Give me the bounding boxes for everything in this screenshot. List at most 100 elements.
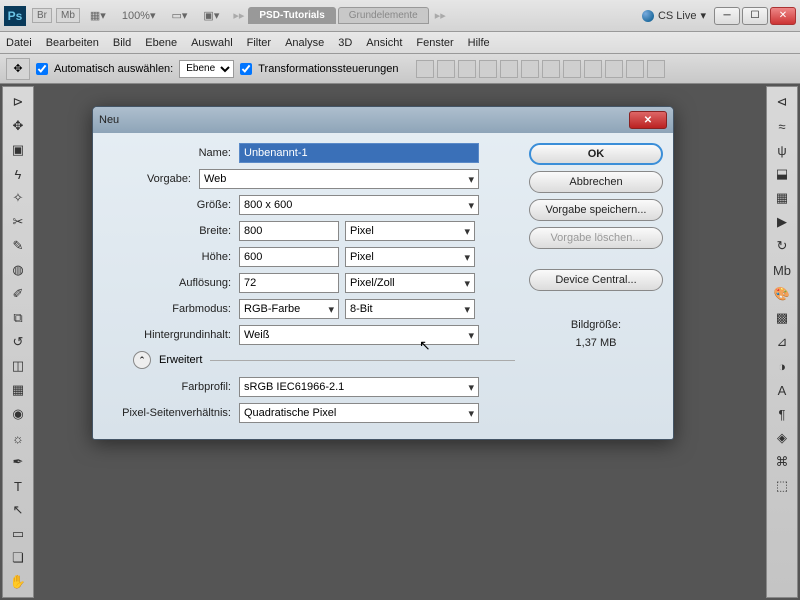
menu-item[interactable]: Datei — [6, 37, 32, 49]
resolution-unit-dropdown[interactable]: Pixel/Zoll▾ — [345, 273, 475, 293]
swatches-panel-icon[interactable]: ▦ — [770, 187, 794, 209]
ok-button[interactable]: OK — [529, 143, 663, 165]
align-icon[interactable] — [563, 60, 581, 78]
transform-checkbox[interactable] — [240, 63, 252, 75]
gradient-tool-icon[interactable]: ▦ — [6, 379, 30, 401]
menu-item[interactable]: Filter — [247, 37, 271, 49]
height-field[interactable] — [239, 247, 339, 267]
dialog-close-button[interactable]: ✕ — [629, 111, 667, 129]
advanced-toggle-icon[interactable]: ⌃ — [133, 351, 151, 369]
minimize-button[interactable]: ─ — [714, 7, 740, 25]
align-icon[interactable] — [479, 60, 497, 78]
menu-item[interactable]: Bearbeiten — [46, 37, 99, 49]
auto-select-dropdown[interactable]: Ebene — [179, 60, 234, 78]
background-dropdown[interactable]: Weiß▾ — [239, 325, 479, 345]
name-field[interactable] — [239, 143, 479, 163]
mb-icon[interactable]: Mb — [56, 8, 80, 23]
align-icon[interactable] — [584, 60, 602, 78]
bitdepth-dropdown[interactable]: 8-Bit▾ — [345, 299, 475, 319]
size-label: Größe: — [103, 199, 231, 211]
pixelaspect-dropdown[interactable]: Quadratische Pixel▾ — [239, 403, 479, 423]
mb-panel-icon[interactable]: Mb — [770, 259, 794, 281]
eyedropper-tool-icon[interactable]: ✎ — [6, 235, 30, 257]
device-central-button[interactable]: Device Central... — [529, 269, 663, 291]
br-icon[interactable]: Br — [32, 8, 52, 23]
adjustments-panel-icon[interactable]: ≈ — [770, 115, 794, 137]
char-panel-icon[interactable]: A — [770, 379, 794, 401]
auto-select-checkbox[interactable] — [36, 63, 48, 75]
align-icon[interactable] — [500, 60, 518, 78]
zoom-level[interactable]: 100%▾ — [116, 7, 162, 24]
pen-tool-icon[interactable]: ✒ — [6, 451, 30, 473]
actions-panel-icon[interactable]: ⊿ — [770, 331, 794, 353]
preset-dropdown[interactable]: Web▾ — [199, 169, 479, 189]
menu-item[interactable]: Hilfe — [468, 37, 490, 49]
stamp-tool-icon[interactable]: ⧉ — [6, 307, 30, 329]
screen-mode-icon[interactable]: ▣▾ — [197, 7, 225, 24]
window-close-button[interactable]: ✕ — [770, 7, 796, 25]
history-brush-icon[interactable]: ↺ — [6, 331, 30, 353]
dialog-titlebar[interactable]: Neu ✕ — [93, 107, 673, 133]
expand-icon[interactable]: ⊲ — [770, 91, 794, 113]
colormode-dropdown[interactable]: RGB-Farbe▾ — [239, 299, 339, 319]
menu-item[interactable]: Ansicht — [366, 37, 402, 49]
expand-icon[interactable]: ⊳ — [6, 91, 30, 113]
save-preset-button[interactable]: Vorgabe speichern... — [529, 199, 663, 221]
menu-item[interactable]: 3D — [338, 37, 352, 49]
delete-preset-button: Vorgabe löschen... — [529, 227, 663, 249]
cs-live[interactable]: CS Live▾ — [642, 9, 706, 22]
maximize-button[interactable]: ☐ — [742, 7, 768, 25]
align-icon[interactable] — [542, 60, 560, 78]
menu-item[interactable]: Bild — [113, 37, 131, 49]
height-unit-dropdown[interactable]: Pixel▾ — [345, 247, 475, 267]
brush-panel-icon[interactable]: ψ — [770, 139, 794, 161]
width-field[interactable] — [239, 221, 339, 241]
align-icon[interactable] — [605, 60, 623, 78]
size-dropdown[interactable]: 800 x 600▾ — [239, 195, 479, 215]
blur-tool-icon[interactable]: ◉ — [6, 403, 30, 425]
view-icon[interactable]: ▭▾ — [166, 7, 194, 24]
align-icon[interactable] — [458, 60, 476, 78]
colorprofile-dropdown[interactable]: sRGB IEC61966-2.1▾ — [239, 377, 479, 397]
align-icon[interactable] — [521, 60, 539, 78]
menu-item[interactable]: Fenster — [416, 37, 453, 49]
move-tool-icon[interactable]: ✥ — [6, 115, 30, 137]
align-icon[interactable] — [626, 60, 644, 78]
eraser-tool-icon[interactable]: ◫ — [6, 355, 30, 377]
type-tool-icon[interactable]: T — [6, 475, 30, 497]
workspace-tab-active[interactable]: PSD-Tutorials — [248, 7, 335, 24]
menu-item[interactable]: Auswahl — [191, 37, 233, 49]
width-unit-dropdown[interactable]: Pixel▾ — [345, 221, 475, 241]
channels-panel-icon[interactable]: ◈ — [770, 427, 794, 449]
marquee-tool-icon[interactable]: ▣ — [6, 139, 30, 161]
para-panel-icon[interactable]: ¶ — [770, 403, 794, 425]
styles-panel-icon[interactable]: ◑ — [770, 355, 794, 377]
layers-panel-icon[interactable]: ⬓ — [770, 163, 794, 185]
cancel-button[interactable]: Abbrechen — [529, 171, 663, 193]
color-panel-icon[interactable]: 🎨 — [770, 283, 794, 305]
heal-tool-icon[interactable]: ◍ — [6, 259, 30, 281]
history-panel-icon[interactable]: ↻ — [770, 235, 794, 257]
workspace-tab-inactive[interactable]: Grundelemente — [338, 7, 429, 24]
dodge-tool-icon[interactable]: ☼ — [6, 427, 30, 449]
lasso-tool-icon[interactable]: ϟ — [6, 163, 30, 185]
player-panel-icon[interactable]: ▶ — [770, 211, 794, 233]
shape-tool-icon[interactable]: ▭ — [6, 523, 30, 545]
3d-panel-icon[interactable]: ⬚ — [770, 475, 794, 497]
align-icon[interactable] — [647, 60, 665, 78]
arrange-icon[interactable]: ▦▾ — [84, 7, 112, 24]
crop-tool-icon[interactable]: ✂ — [6, 211, 30, 233]
paths-panel-icon[interactable]: ⌘ — [770, 451, 794, 473]
brush-tool-icon[interactable]: ✐ — [6, 283, 30, 305]
menu-item[interactable]: Analyse — [285, 37, 324, 49]
swatch2-panel-icon[interactable]: ▩ — [770, 307, 794, 329]
align-icon[interactable] — [416, 60, 434, 78]
menu-item[interactable]: Ebene — [145, 37, 177, 49]
move-tool-icon[interactable]: ✥ — [6, 58, 30, 80]
path-tool-icon[interactable]: ↖ — [6, 499, 30, 521]
align-icon[interactable] — [437, 60, 455, 78]
hand-tool-icon[interactable]: ✋ — [6, 571, 30, 593]
resolution-field[interactable] — [239, 273, 339, 293]
wand-tool-icon[interactable]: ✧ — [6, 187, 30, 209]
3d-tool-icon[interactable]: ❏ — [6, 547, 30, 569]
